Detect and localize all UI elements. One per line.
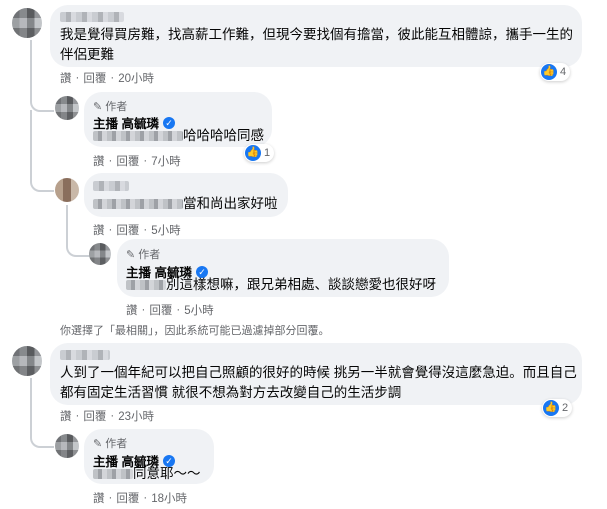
- reply-link[interactable]: 回覆: [83, 408, 106, 424]
- reply-text: 同意耶～～: [93, 464, 201, 484]
- thread-connector: [66, 205, 90, 257]
- timestamp[interactable]: 5小時: [184, 302, 213, 318]
- reply-actions: 讚 · 回覆 · 18小時: [93, 490, 187, 506]
- like-link[interactable]: 讚: [93, 222, 105, 238]
- thread-connector: [30, 40, 54, 112]
- commenter-name-redacted[interactable]: [60, 12, 124, 22]
- timestamp[interactable]: 7小時: [151, 153, 180, 169]
- avatar[interactable]: [12, 8, 42, 38]
- reply-link[interactable]: 回覆: [116, 222, 139, 238]
- comment-text: 當和尚出家好啦: [93, 194, 278, 214]
- pencil-icon: ✎: [93, 100, 103, 113]
- like-link[interactable]: 讚: [93, 153, 105, 169]
- like-link[interactable]: 讚: [60, 70, 72, 86]
- author-badge: ✎ 作者: [93, 100, 128, 114]
- like-link[interactable]: 讚: [93, 490, 105, 506]
- comment-actions: 讚 · 回覆 · 20小時: [60, 70, 154, 86]
- reply-text: 哈哈哈哈同感: [93, 126, 264, 146]
- commenter-name-redacted[interactable]: [60, 350, 110, 360]
- mention-redacted[interactable]: [93, 131, 183, 142]
- timestamp[interactable]: 5小時: [151, 222, 180, 238]
- mention-redacted[interactable]: [93, 199, 183, 210]
- avatar[interactable]: [12, 346, 42, 376]
- commenter-name-redacted[interactable]: [93, 181, 129, 191]
- reply-link[interactable]: 回覆: [149, 302, 172, 318]
- timestamp[interactable]: 18小時: [151, 490, 187, 506]
- avatar[interactable]: [55, 178, 79, 202]
- reaction-count[interactable]: 👍 2: [542, 399, 573, 417]
- timestamp[interactable]: 20小時: [118, 70, 154, 86]
- mention-redacted[interactable]: [126, 280, 166, 291]
- avatar[interactable]: [89, 243, 111, 265]
- author-badge: ✎ 作者: [93, 437, 128, 451]
- reaction-count[interactable]: 👍 4: [540, 63, 571, 81]
- filter-notice: 你選擇了「最相關」，因此系統可能已過濾掉部分回覆。: [60, 325, 330, 337]
- thread-connector: [30, 110, 54, 192]
- comment-actions: 讚 · 回覆 · 5小時: [93, 222, 181, 238]
- mention-redacted[interactable]: [93, 469, 133, 480]
- thumbs-up-icon: 👍: [245, 145, 261, 161]
- pencil-icon: ✎: [126, 248, 136, 261]
- reply-link[interactable]: 回覆: [116, 490, 139, 506]
- reply-link[interactable]: 回覆: [116, 153, 139, 169]
- comment-text: 我是覺得買房難，找高薪工作難，但現今要找個有擔當，彼此能互相體諒，攜手一生的伴侶…: [60, 27, 573, 62]
- timestamp[interactable]: 23小時: [118, 408, 154, 424]
- comment-actions: 讚 · 回覆 · 23小時: [60, 408, 154, 424]
- reply-text: 別這樣想嘛，跟兄弟相處、談談戀愛也很好呀: [126, 275, 436, 295]
- author-badge: ✎ 作者: [126, 248, 161, 262]
- like-link[interactable]: 讚: [60, 408, 72, 424]
- reply-actions: 讚 · 回覆 · 7小時: [93, 153, 181, 169]
- thumbs-up-icon: 👍: [541, 64, 557, 80]
- comment-text: 人到了一個年紀可以把自己照顧的很好的時候 挑另一半就會覺得沒這麼急迫。而且自己都…: [60, 365, 577, 400]
- pencil-icon: ✎: [93, 437, 103, 450]
- avatar[interactable]: [55, 434, 79, 458]
- avatar[interactable]: [55, 96, 79, 120]
- like-link[interactable]: 讚: [126, 302, 138, 318]
- reply-actions: 讚 · 回覆 · 5小時: [126, 302, 214, 318]
- thread-connector: [30, 378, 54, 448]
- thumbs-up-icon: 👍: [543, 400, 559, 416]
- reaction-count[interactable]: 👍 1: [244, 144, 275, 162]
- reply-link[interactable]: 回覆: [83, 70, 106, 86]
